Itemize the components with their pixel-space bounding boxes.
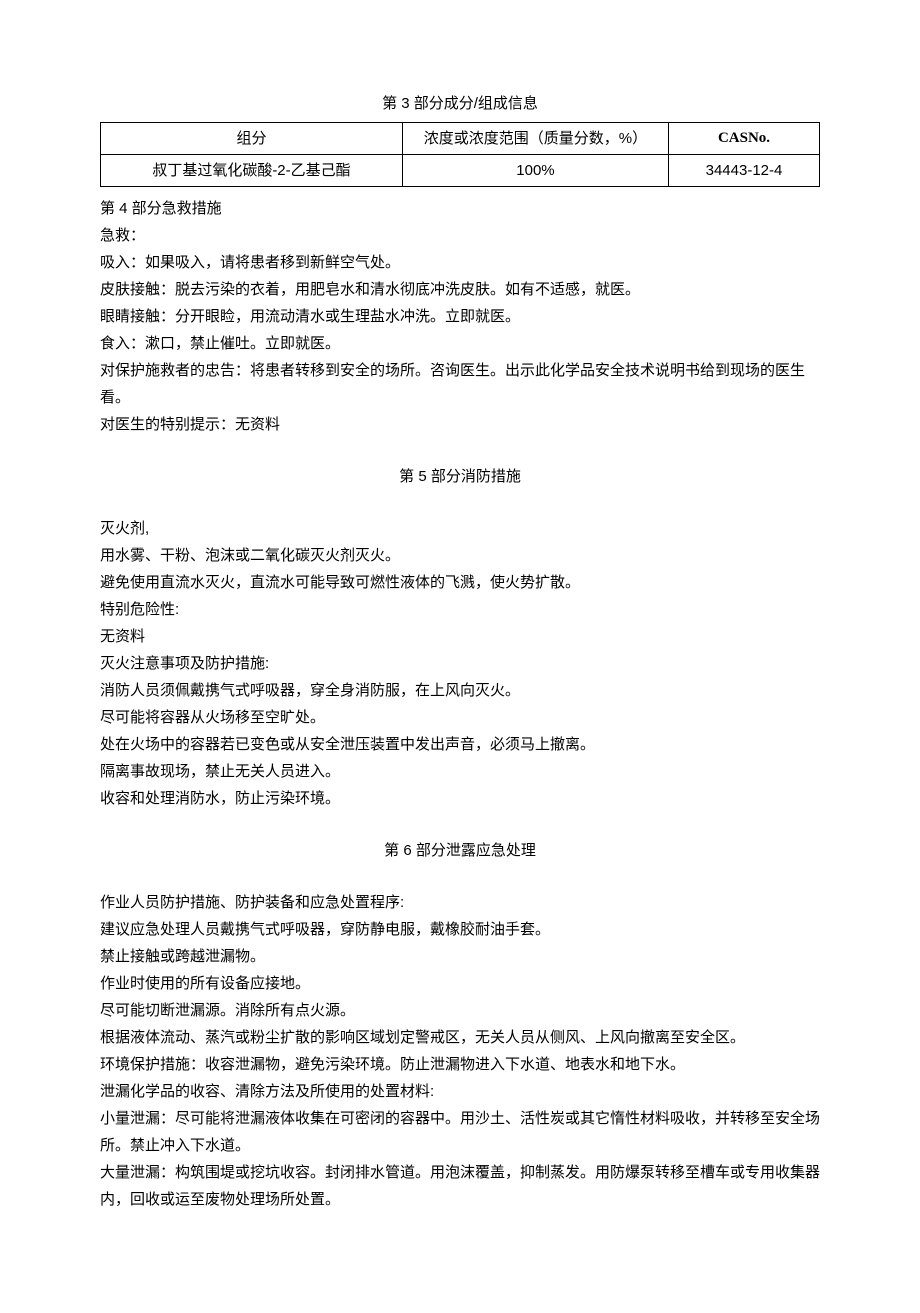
col-header-cas: CASNo.	[668, 123, 819, 155]
section5-line: 特别危险性:	[100, 596, 820, 623]
col-header-component: 组分	[101, 123, 403, 155]
section4-line: 眼睛接触：分开眼睑，用流动清水或生理盐水冲洗。立即就医。	[100, 303, 820, 330]
section6-line: 环境保护措施：收容泄漏物，避免污染环境。防止泄漏物进入下水道、地表水和地下水。	[100, 1051, 820, 1078]
section5-line: 隔离事故现场，禁止无关人员进入。	[100, 758, 820, 785]
section6-title: 第 6 部分泄露应急处理	[100, 837, 820, 864]
col-header-concentration: 浓度或浓度范围（质量分数，%）	[402, 123, 668, 155]
section5-title: 第 5 部分消防措施	[100, 463, 820, 490]
table-row: 叔丁基过氧化碳酸-2-乙基己酯 100% 34443-12-4	[101, 155, 820, 187]
section4-line: 皮肤接触：脱去污染的衣着，用肥皂水和清水彻底冲洗皮肤。如有不适感，就医。	[100, 276, 820, 303]
section6-line: 禁止接触或跨越泄漏物。	[100, 943, 820, 970]
table-header-row: 组分 浓度或浓度范围（质量分数，%） CASNo.	[101, 123, 820, 155]
section5-line: 消防人员须佩戴携气式呼吸器，穿全身消防服，在上风向灭火。	[100, 677, 820, 704]
section4-title: 第 4 部分急救措施	[100, 195, 820, 222]
section6-line: 小量泄漏：尽可能将泄漏液体收集在可密闭的容器中。用沙土、活性炭或其它惰性材料吸收…	[100, 1105, 820, 1159]
section5-line: 灭火剂,	[100, 515, 820, 542]
section4-line: 对医生的特别提示：无资料	[100, 411, 820, 438]
section3-title: 第 3 部分成分/组成信息	[100, 90, 820, 117]
section6-line: 尽可能切断泄漏源。消除所有点火源。	[100, 997, 820, 1024]
section4-line: 吸入：如果吸入，请将患者移到新鲜空气处。	[100, 249, 820, 276]
cell-cas: 34443-12-4	[668, 155, 819, 187]
section4-line: 急救：	[100, 222, 820, 249]
composition-table: 组分 浓度或浓度范围（质量分数，%） CASNo. 叔丁基过氧化碳酸-2-乙基己…	[100, 122, 820, 187]
section5-line: 灭火注意事项及防护措施:	[100, 650, 820, 677]
section5-line: 尽可能将容器从火场移至空旷处。	[100, 704, 820, 731]
section6-line: 泄漏化学品的收容、清除方法及所使用的处置材料:	[100, 1078, 820, 1105]
section6-line: 建议应急处理人员戴携气式呼吸器，穿防静电服，戴橡胶耐油手套。	[100, 916, 820, 943]
cell-component: 叔丁基过氧化碳酸-2-乙基己酯	[101, 155, 403, 187]
cell-concentration: 100%	[402, 155, 668, 187]
section4-line: 食入：漱口，禁止催吐。立即就医。	[100, 330, 820, 357]
section6-line: 根据液体流动、蒸汽或粉尘扩散的影响区域划定警戒区，无关人员从侧风、上风向撤离至安…	[100, 1024, 820, 1051]
section5-line: 避免使用直流水灭火，直流水可能导致可燃性液体的飞溅，使火势扩散。	[100, 569, 820, 596]
section6-line: 作业人员防护措施、防护装备和应急处置程序:	[100, 889, 820, 916]
section6-line: 作业时使用的所有设备应接地。	[100, 970, 820, 997]
section5-line: 无资料	[100, 623, 820, 650]
section5-line: 处在火场中的容器若已变色或从安全泄压装置中发出声音，必须马上撤离。	[100, 731, 820, 758]
section5-line: 收容和处理消防水，防止污染环境。	[100, 785, 820, 812]
section6-line: 大量泄漏：构筑围堤或挖坑收容。封闭排水管道。用泡沫覆盖，抑制蒸发。用防爆泵转移至…	[100, 1159, 820, 1213]
section4-line: 对保护施救者的忠告：将患者转移到安全的场所。咨询医生。出示此化学品安全技术说明书…	[100, 357, 820, 411]
section5-line: 用水雾、干粉、泡沫或二氧化碳灭火剂灭火。	[100, 542, 820, 569]
